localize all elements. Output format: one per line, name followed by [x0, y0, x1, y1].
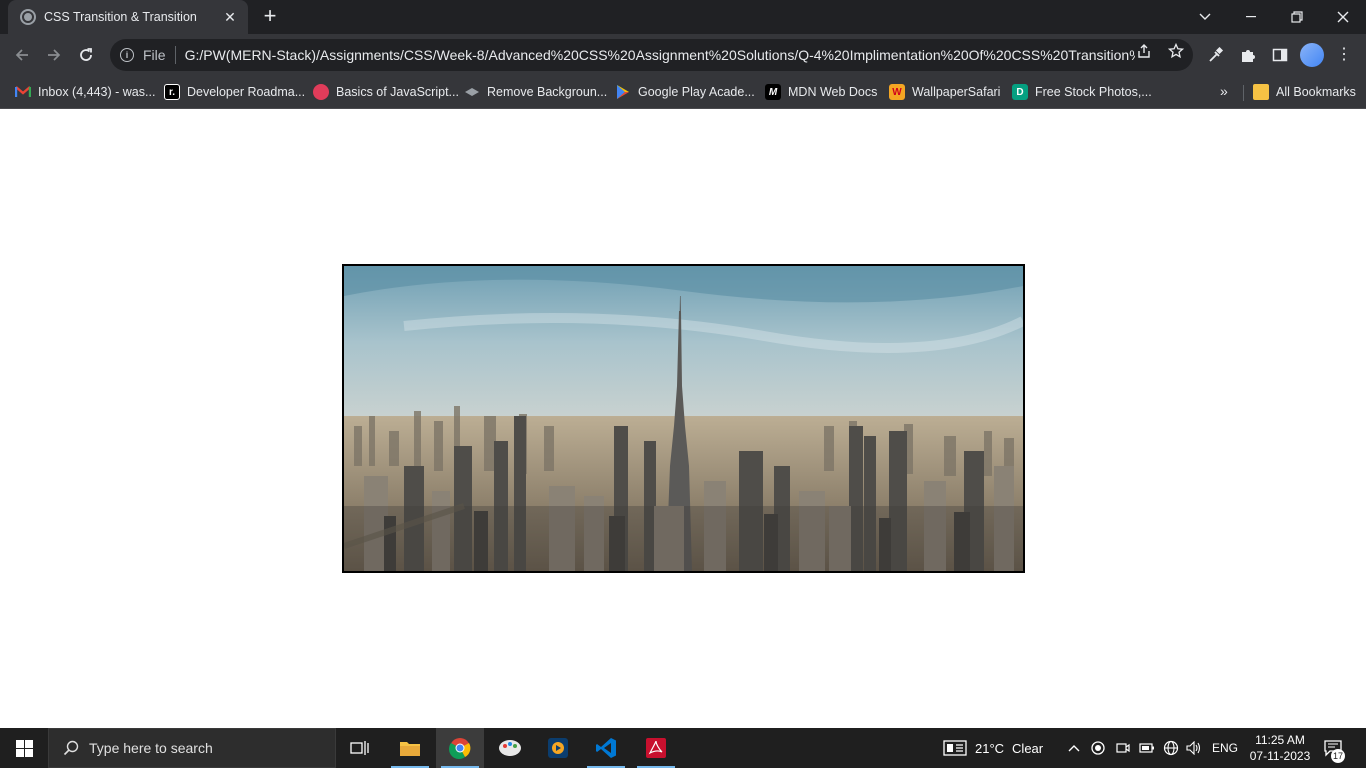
back-button[interactable]: [9, 42, 35, 68]
bookmark-label: Inbox (4,443) - was...: [38, 85, 156, 99]
google-play-icon: [615, 84, 631, 100]
remove-bg-icon: [464, 84, 480, 100]
page-viewport: [0, 109, 1366, 728]
bookmark-item[interactable]: W WallpaperSafari: [889, 83, 1000, 101]
scheme-label: File: [143, 47, 166, 63]
bookmark-label: Free Stock Photos,...: [1035, 85, 1152, 99]
new-tab-button[interactable]: +: [258, 5, 282, 29]
forward-button[interactable]: [41, 42, 67, 68]
chrome-icon: [449, 738, 471, 759]
clock[interactable]: 11:25 AM 07-11-2023: [1240, 732, 1320, 764]
weather-temp: 21°C: [975, 740, 1005, 756]
bookmark-item[interactable]: Inbox (4,443) - was...: [15, 83, 155, 101]
notification-center-button[interactable]: 17: [1323, 728, 1345, 768]
search-icon: [63, 740, 79, 756]
minimize-button[interactable]: [1228, 0, 1274, 34]
all-bookmarks-label: All Bookmarks: [1276, 85, 1356, 99]
task-view-icon: [350, 741, 369, 755]
stock-photos-icon: D: [1012, 84, 1028, 100]
taskbar-file-explorer[interactable]: [386, 728, 434, 768]
search-placeholder: Type here to search: [89, 740, 213, 756]
extensions-icon[interactable]: [1238, 45, 1258, 65]
battery-icon[interactable]: [1139, 728, 1155, 768]
divider: [1243, 85, 1244, 101]
tab-strip: CSS Transition & Transition ✕ +: [0, 0, 1366, 34]
info-icon[interactable]: i: [120, 48, 134, 62]
clock-date: 07-11-2023: [1249, 749, 1311, 763]
side-panel-icon[interactable]: [1270, 45, 1290, 65]
share-icon[interactable]: [1135, 42, 1153, 60]
palette-icon: [499, 740, 521, 756]
bookmark-item[interactable]: Basics of JavaScript...: [313, 83, 459, 101]
taskbar-vscode[interactable]: [582, 728, 630, 768]
notification-badge: 17: [1331, 749, 1345, 763]
bookmark-item[interactable]: Remove Backgroun...: [464, 83, 607, 101]
bookmark-item[interactable]: D Free Stock Photos,...: [1012, 83, 1152, 101]
show-hidden-icons-button[interactable]: [1068, 728, 1080, 768]
media-player-icon: [548, 738, 568, 758]
start-button[interactable]: [0, 728, 48, 768]
all-bookmarks-button[interactable]: All Bookmarks: [1253, 83, 1356, 101]
bookmarks-overflow-button[interactable]: »: [1220, 83, 1228, 99]
volume-icon[interactable]: [1186, 728, 1202, 768]
taskbar-search-box[interactable]: Type here to search: [48, 728, 336, 768]
input-language[interactable]: ENG: [1212, 728, 1238, 768]
vscode-icon: [596, 738, 616, 758]
browser-toolbar: i File G:/PW(MERN-Stack)/Assignments/CSS…: [0, 34, 1366, 76]
windows-logo-icon: [15, 739, 33, 757]
wallpapersafari-icon: W: [889, 84, 905, 100]
close-window-button[interactable]: [1320, 0, 1366, 34]
clock-time: 11:25 AM: [1255, 733, 1305, 747]
menu-icon[interactable]: ⋮: [1334, 45, 1354, 65]
js-basics-icon: [313, 84, 329, 100]
tray-camera-icon[interactable]: [1116, 728, 1130, 768]
weather-news-icon: [943, 740, 967, 756]
bookmark-item[interactable]: Google Play Acade...: [615, 83, 755, 101]
gmail-icon: [15, 84, 31, 100]
globe-icon: [20, 9, 36, 25]
close-tab-icon[interactable]: ✕: [222, 9, 238, 26]
browser-tab[interactable]: CSS Transition & Transition ✕: [8, 0, 248, 34]
windows-taskbar: Type here to search 21°C Clear ENG 11:25…: [0, 728, 1366, 768]
eyedropper-icon[interactable]: [1206, 45, 1226, 65]
bookmark-label: WallpaperSafari: [912, 85, 1001, 99]
skyline-illustration: [344, 266, 1023, 571]
bookmark-label: Google Play Acade...: [638, 85, 755, 99]
address-bar[interactable]: i File G:/PW(MERN-Stack)/Assignments/CSS…: [110, 39, 1193, 71]
bookmark-item[interactable]: r. Developer Roadma...: [164, 83, 305, 101]
tab-title: CSS Transition & Transition: [44, 10, 197, 24]
reload-button[interactable]: [73, 42, 99, 68]
mdn-icon: M: [765, 84, 781, 100]
taskbar-media-app[interactable]: [534, 728, 582, 768]
bookmark-label: Remove Backgroun...: [487, 85, 608, 99]
taskbar-chrome[interactable]: [436, 728, 484, 768]
bookmarks-bar: Inbox (4,443) - was... r. Developer Road…: [0, 76, 1366, 109]
chevron-up-icon: [1068, 745, 1080, 752]
tab-search-button[interactable]: [1182, 0, 1228, 34]
taskbar-pdf-reader[interactable]: [632, 728, 680, 768]
taskbar-paint-app[interactable]: [486, 728, 534, 768]
weather-condition: Clear: [1012, 740, 1044, 756]
bookmark-label: MDN Web Docs: [788, 85, 878, 99]
bookmark-label: Developer Roadma...: [187, 85, 306, 99]
divider: [174, 46, 176, 64]
weather-widget[interactable]: 21°C Clear: [943, 728, 1043, 768]
task-view-button[interactable]: [336, 728, 384, 768]
network-globe-icon[interactable]: [1163, 728, 1179, 768]
profile-avatar[interactable]: [1300, 43, 1324, 67]
tray-record-icon[interactable]: [1091, 728, 1105, 768]
pdf-icon: [646, 738, 666, 758]
folder-icon: [400, 742, 420, 756]
bookmark-item[interactable]: M MDN Web Docs: [765, 83, 877, 101]
bookmark-star-icon[interactable]: [1167, 42, 1185, 60]
folder-icon: [1253, 84, 1269, 100]
city-skyline-image[interactable]: [342, 264, 1025, 573]
restore-button[interactable]: [1274, 0, 1320, 34]
roadmap-icon: r.: [164, 84, 180, 100]
url-text[interactable]: G:/PW(MERN-Stack)/Assignments/CSS/Week-8…: [185, 47, 1135, 63]
bookmark-label: Basics of JavaScript...: [336, 85, 459, 99]
